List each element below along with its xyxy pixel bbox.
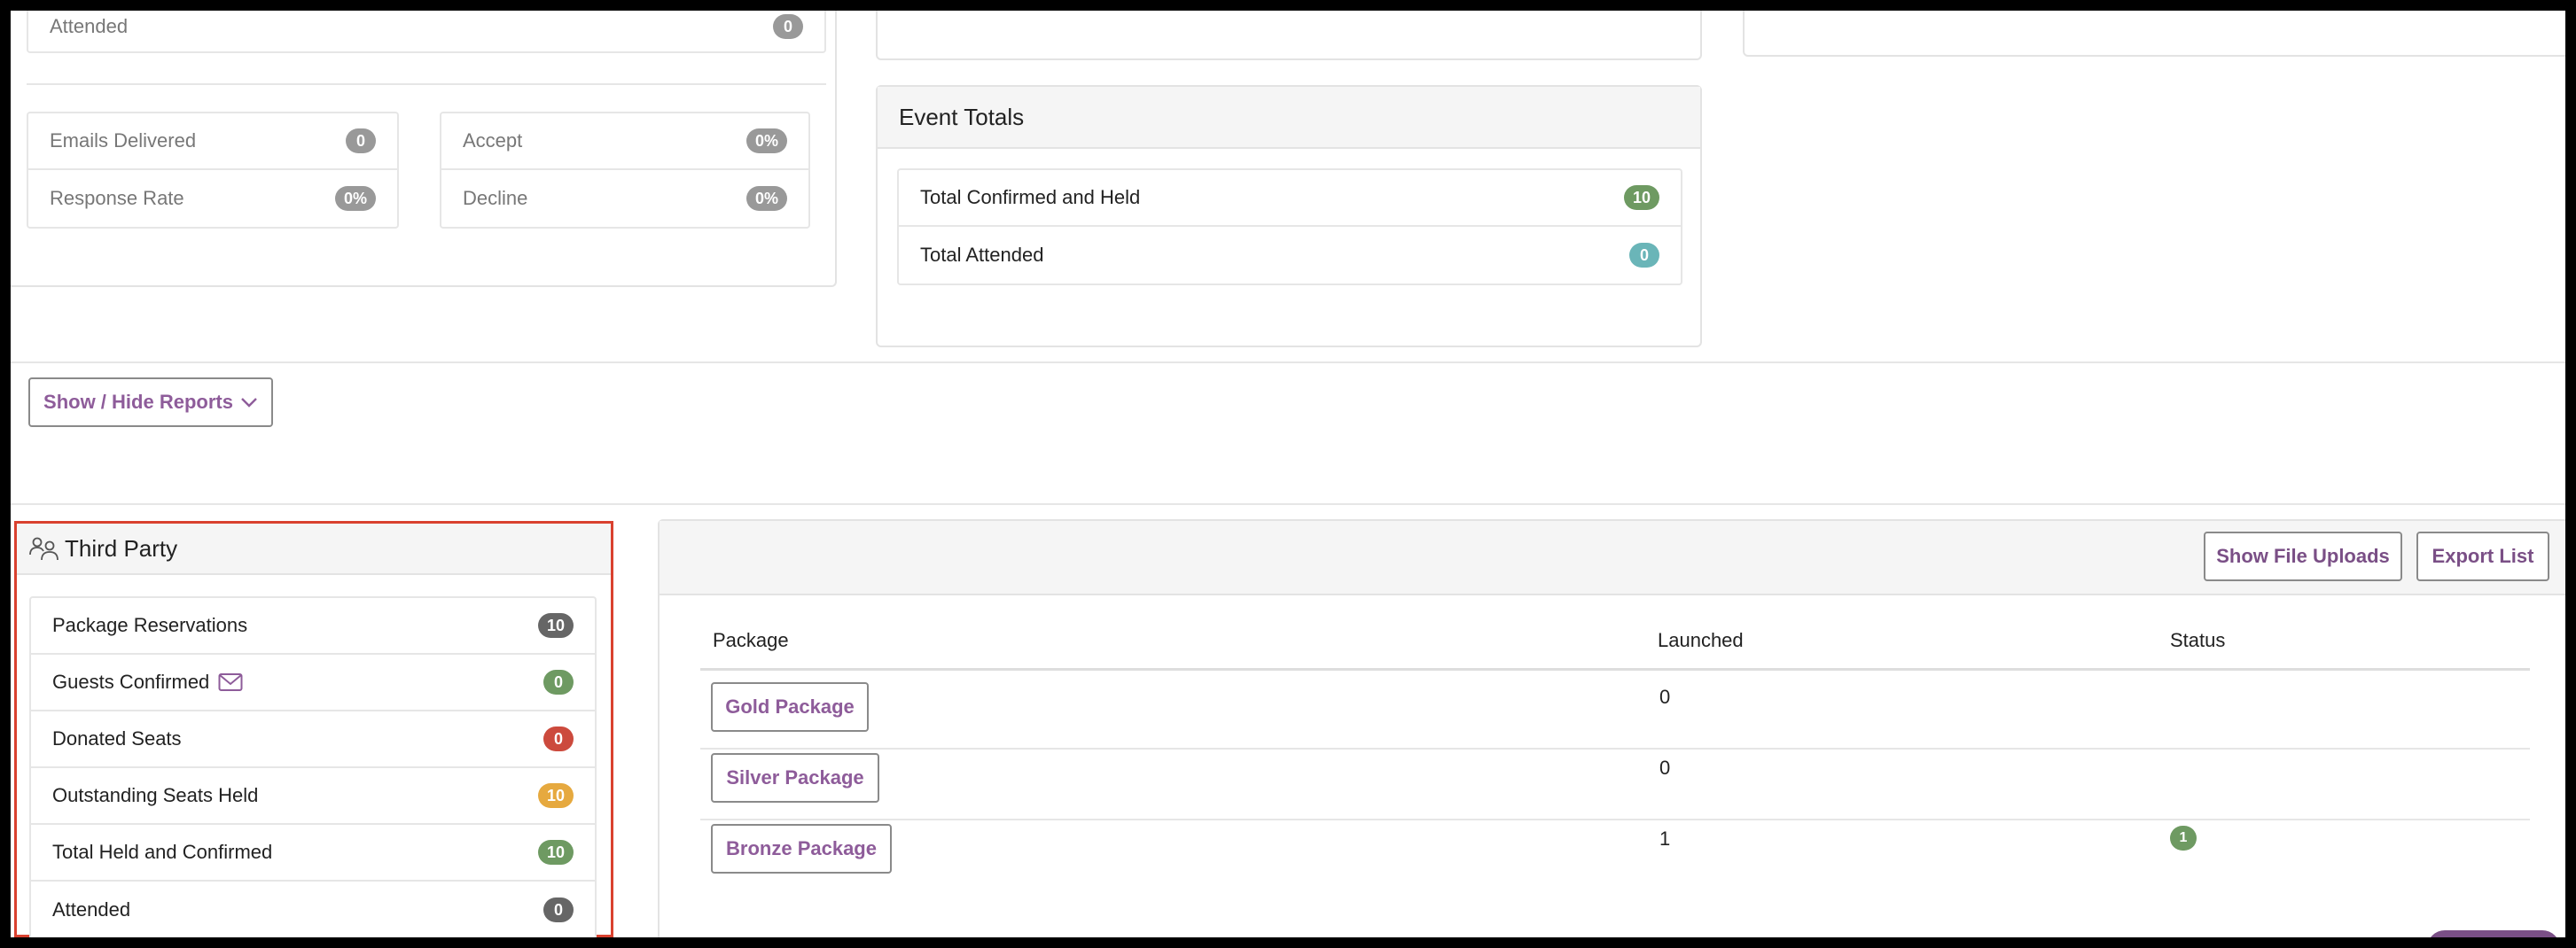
divider — [27, 83, 826, 85]
chevron-down-icon — [240, 396, 258, 408]
donated-seats-label: Donated Seats — [52, 727, 182, 750]
accept-row: Accept 0% — [441, 113, 808, 170]
column-header-launched: Launched — [1658, 629, 1744, 651]
total-confirmed-held-badge: 10 — [1623, 185, 1659, 210]
silver-package-launched: 0 — [1659, 757, 1671, 779]
third-party-list: Package Reservations 10 Guests Confirmed… — [29, 596, 597, 937]
outstanding-seats-held-badge: 10 — [537, 783, 574, 808]
event-totals-title: Event Totals — [899, 103, 1025, 130]
emails-delivered-badge: 0 — [346, 128, 376, 153]
packages-card: Show File Uploads Export List Package La… — [658, 519, 2565, 937]
table-header-divider — [700, 668, 2530, 671]
decline-label: Decline — [463, 187, 528, 209]
total-attended-badge: 0 — [1629, 243, 1659, 268]
top-right-card — [1743, 11, 2565, 57]
envelope-icon[interactable] — [218, 672, 243, 692]
third-party-card: Third Party Package Reservations 10 Gues… — [14, 521, 613, 937]
decline-row: Decline 0% — [441, 170, 808, 227]
column-header-status: Status — [2170, 629, 2226, 651]
attended-badge: 0 — [773, 14, 803, 39]
total-held-confirmed-label: Total Held and Confirmed — [52, 841, 273, 863]
accept-label: Accept — [463, 129, 523, 152]
donated-seats-row: Donated Seats 0 — [31, 711, 595, 768]
attended-label: Attended — [50, 15, 129, 37]
event-totals-header: Event Totals — [878, 87, 1700, 149]
section-divider-2 — [11, 503, 2565, 505]
guests-confirmed-row: Guests Confirmed 0 — [31, 655, 595, 711]
total-confirmed-held-label: Total Confirmed and Held — [920, 186, 1141, 208]
table-row-divider — [700, 748, 2530, 750]
show-file-uploads-button[interactable]: Show File Uploads — [2204, 532, 2402, 581]
total-held-confirmed-badge: 10 — [537, 840, 574, 865]
decline-badge: 0% — [745, 186, 787, 211]
help-widget-button[interactable] — [2427, 930, 2560, 937]
bronze-package-launched: 1 — [1659, 828, 1671, 850]
response-breakdown-list: Accept 0% Decline 0% — [440, 112, 810, 229]
donated-seats-badge: 0 — [543, 727, 574, 751]
accept-badge: 0% — [745, 128, 787, 153]
emails-delivered-row: Emails Delivered 0 — [28, 113, 397, 170]
response-rate-label: Response Rate — [50, 187, 184, 209]
gold-package-launched: 0 — [1659, 686, 1671, 708]
attended-label-third-party: Attended — [52, 898, 131, 921]
email-stats-list: Emails Delivered 0 Response Rate 0% — [27, 112, 399, 229]
total-attended-label: Total Attended — [920, 244, 1044, 266]
show-hide-reports-label: Show / Hide Reports — [43, 391, 233, 413]
event-totals-card: Event Totals Total Confirmed and Held 10… — [876, 85, 1702, 347]
response-rate-row: Response Rate 0% — [28, 170, 397, 227]
guests-confirmed-label-group: Guests Confirmed — [52, 671, 243, 694]
emails-delivered-label: Emails Delivered — [50, 129, 197, 152]
attended-badge-third-party: 0 — [543, 897, 574, 922]
attended-row: Attended 0 — [28, 11, 824, 51]
attended-row-third-party: Attended 0 — [31, 882, 595, 937]
total-confirmed-held-row: Total Confirmed and Held 10 — [899, 170, 1681, 227]
bronze-package-status: 1 — [2170, 826, 2197, 851]
show-hide-reports-button[interactable]: Show / Hide Reports — [28, 377, 273, 427]
package-reservations-row: Package Reservations 10 — [31, 598, 595, 655]
column-header-package: Package — [713, 629, 789, 651]
package-reservations-badge: 10 — [537, 613, 574, 638]
gold-package-button[interactable]: Gold Package — [711, 682, 869, 732]
event-totals-list: Total Confirmed and Held 10 Total Attend… — [897, 168, 1682, 285]
silver-package-button[interactable]: Silver Package — [711, 753, 879, 803]
table-row-divider — [700, 819, 2530, 820]
top-middle-card — [876, 11, 1702, 60]
response-rate-badge: 0% — [334, 186, 376, 211]
total-attended-row: Total Attended 0 — [899, 227, 1681, 284]
bronze-package-button[interactable]: Bronze Package — [711, 824, 892, 874]
users-icon — [29, 535, 59, 562]
package-reservations-label: Package Reservations — [52, 614, 248, 636]
response-stats-card: Attended 0 Emails Delivered 0 Response R… — [11, 11, 837, 287]
viewport: Attended 0 Emails Delivered 0 Response R… — [11, 11, 2565, 937]
third-party-title: Third Party — [65, 534, 178, 562]
guests-confirmed-label: Guests Confirmed — [52, 671, 210, 693]
guests-confirmed-badge: 0 — [543, 670, 574, 695]
attended-list: Attended 0 — [27, 11, 826, 53]
export-list-button[interactable]: Export List — [2416, 532, 2549, 581]
bronze-package-status-badge: 1 — [2170, 826, 2197, 851]
outstanding-seats-held-label: Outstanding Seats Held — [52, 784, 259, 806]
third-party-header: Third Party — [17, 524, 611, 575]
section-divider — [11, 361, 2565, 363]
total-held-confirmed-row: Total Held and Confirmed 10 — [31, 825, 595, 882]
outstanding-seats-held-row: Outstanding Seats Held 10 — [31, 768, 595, 825]
